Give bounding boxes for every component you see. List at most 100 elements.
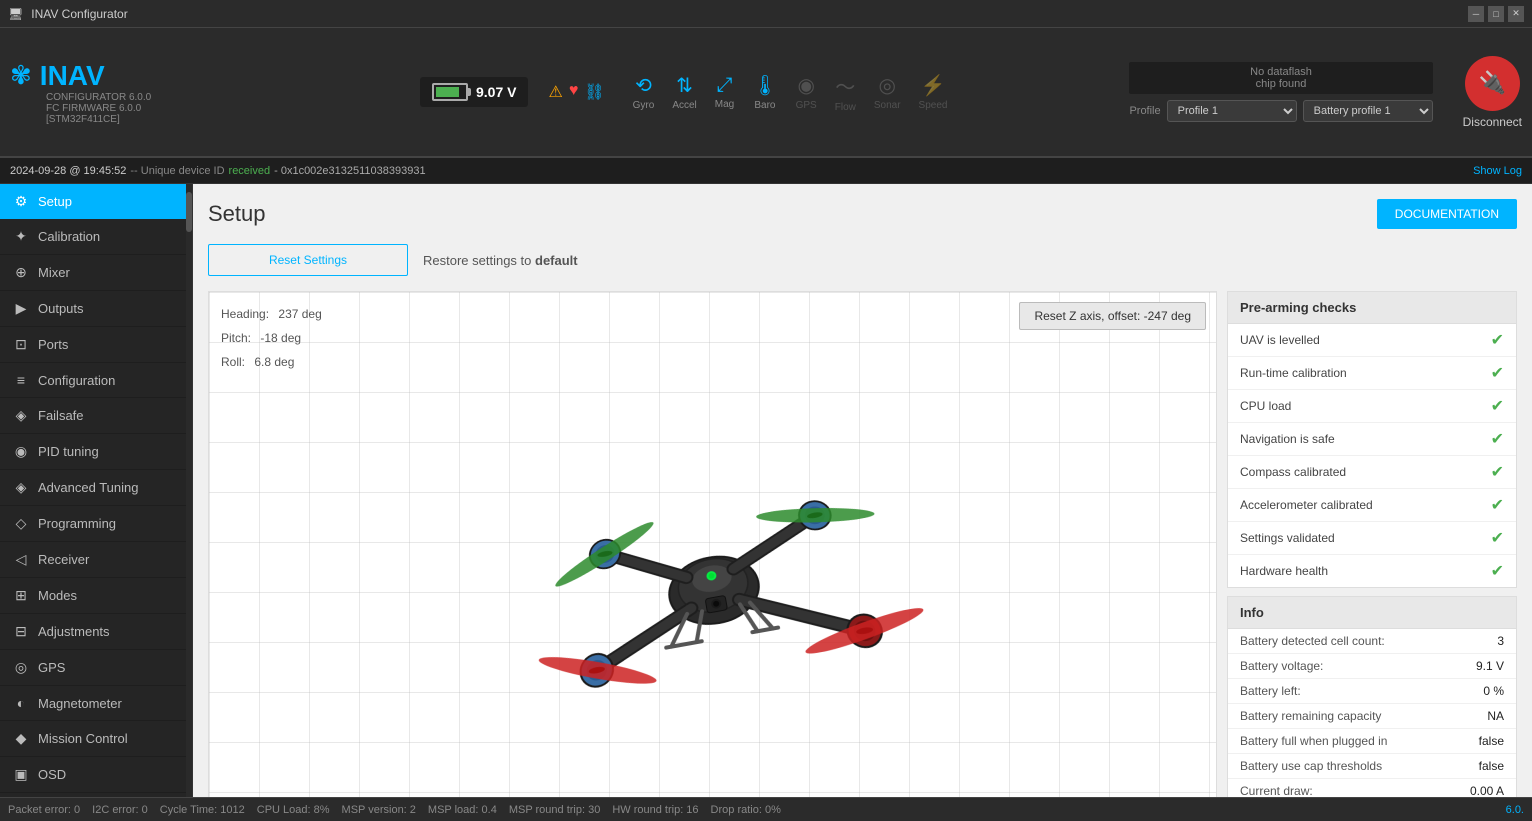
sidebar-item-programming[interactable]: ◇ Programming	[0, 506, 192, 542]
app-name: INAV	[40, 60, 105, 92]
link-icon[interactable]: ⛓	[584, 82, 604, 102]
received-label: received	[229, 165, 271, 177]
documentation-button[interactable]: DOCUMENTATION	[1377, 199, 1517, 229]
osd-label: OSD	[38, 767, 66, 782]
minimize-btn[interactable]: ─	[1468, 6, 1484, 22]
configuration-label: Configuration	[38, 373, 115, 388]
check-label-settings: Settings validated	[1240, 531, 1335, 545]
scroll-indicator[interactable]	[186, 184, 192, 797]
reset-z-button[interactable]: Reset Z axis, offset: -247 deg	[1019, 302, 1206, 330]
heading-row: Heading: 237 deg	[221, 302, 322, 326]
ports-label: Ports	[38, 337, 68, 352]
msp-roundtrip: MSP round trip: 30	[509, 804, 601, 816]
close-btn[interactable]: ✕	[1508, 6, 1524, 22]
sidebar-item-calibration[interactable]: ✦ Calibration	[0, 219, 192, 255]
sensor-speed[interactable]: ⚡ Speed	[911, 71, 956, 113]
failsafe-icon: ◈	[12, 407, 30, 424]
sidebar-item-modes[interactable]: ⊞ Modes	[0, 578, 192, 614]
profile-select[interactable]: Profile 1	[1167, 100, 1297, 122]
sensor-gyro[interactable]: ⟲ Gyro	[625, 71, 663, 113]
sidebar-item-pidtuning[interactable]: ◉ PID tuning	[0, 434, 192, 470]
reset-settings-button[interactable]: Reset Settings	[208, 244, 408, 276]
cycle-time: Cycle Time: 1012	[160, 804, 245, 816]
info-row-voltage: Battery voltage: 9.1 V	[1228, 654, 1516, 679]
timestamp: 2024-09-28 @ 19:45:52	[10, 165, 126, 177]
sensor-flow[interactable]: 〜 Flow	[827, 69, 864, 115]
dataflash-line1: No dataflash	[1141, 66, 1420, 78]
mixer-icon: ⊕	[12, 264, 30, 281]
device-id: - 0x1c002e3132511038393931	[274, 165, 426, 177]
check-ok-runtime: ✔	[1491, 363, 1504, 383]
mag-label: Mag	[715, 99, 734, 110]
maximize-btn[interactable]: □	[1488, 6, 1504, 22]
current-draw-label: Current draw:	[1240, 784, 1313, 797]
check-label-hardware: Hardware health	[1240, 564, 1328, 578]
sidebar-item-osd[interactable]: ▣ OSD	[0, 757, 192, 793]
check-row-nav: Navigation is safe ✔	[1228, 423, 1516, 456]
check-ok-accel: ✔	[1491, 495, 1504, 515]
drone-svg	[488, 399, 992, 797]
show-log-link[interactable]: Show Log	[1473, 165, 1522, 177]
sidebar-item-mixer[interactable]: ⊕ Mixer	[0, 255, 192, 291]
disconnect-button[interactable]: 🔌 Disconnect	[1463, 56, 1522, 129]
sensor-area: ⟲ Gyro ⇅ Accel ⤢ Mag 🌡 Baro ◉ GPS 〜 Flow…	[625, 69, 956, 115]
check-label-runtime: Run-time calibration	[1240, 366, 1347, 380]
check-ok-uav: ✔	[1491, 330, 1504, 350]
mag-icon: ⤢	[716, 74, 732, 97]
sensor-sonar[interactable]: ◎ Sonar	[866, 71, 909, 113]
info-row-remaining-cap: Battery remaining capacity NA	[1228, 704, 1516, 729]
sensor-mag[interactable]: ⤢ Mag	[707, 72, 742, 112]
outputs-icon: ▶	[12, 300, 30, 317]
topbar: ✾ INAV CONFIGURATOR 6.0.0 FC FIRMWARE 6.…	[0, 28, 1532, 158]
i2c-error: I2C error: 0	[92, 804, 148, 816]
heart-icon[interactable]: ♥	[569, 82, 579, 102]
sidebar-item-configuration[interactable]: ≡ Configuration	[0, 363, 192, 398]
sidebar-item-outputs[interactable]: ▶ Outputs	[0, 291, 192, 327]
sidebar-item-adjustments[interactable]: ⊟ Adjustments	[0, 614, 192, 650]
battery-left-value: 0 %	[1483, 684, 1504, 698]
sidebar-item-ports[interactable]: ⊡ Ports	[0, 327, 192, 363]
warn-icon[interactable]: ⚠	[548, 82, 562, 102]
check-ok-hardware: ✔	[1491, 561, 1504, 581]
sonar-label: Sonar	[874, 100, 901, 111]
sidebar-item-ledstrip[interactable]: ◩ LED Strip	[0, 793, 192, 797]
sidebar-item-setup[interactable]: ⚙ Setup	[0, 184, 192, 219]
sensor-baro[interactable]: 🌡 Baro	[744, 71, 785, 113]
main-layout: ⚙ Setup ✦ Calibration ⊕ Mixer ▶ Outputs …	[0, 184, 1532, 797]
sidebar-item-missioncontrol[interactable]: ◆ Mission Control	[0, 721, 192, 757]
sidebar-item-gps[interactable]: ◎ GPS	[0, 650, 192, 686]
profile-label: Profile	[1129, 105, 1160, 117]
cpu-load: CPU Load: 8%	[257, 804, 330, 816]
sidebar-item-magnetometer[interactable]: ◐ Magnetometer	[0, 686, 192, 721]
heading-label: Heading:	[221, 307, 269, 321]
cap-thresholds-label: Battery use cap thresholds	[1240, 759, 1382, 773]
pitch-value: -18 deg	[260, 331, 301, 345]
missioncontrol-icon: ◆	[12, 730, 30, 747]
sidebar-item-receiver[interactable]: ◁ Receiver	[0, 542, 192, 578]
model-container: Heading: 237 deg Pitch: -18 deg Roll: 6.…	[208, 291, 1217, 797]
sidebar-item-advancedtuning[interactable]: ◈ Advanced Tuning	[0, 470, 192, 506]
magnetometer-label: Magnetometer	[38, 696, 122, 711]
check-ok-nav: ✔	[1491, 429, 1504, 449]
battery-profile-select[interactable]: Battery profile 1	[1303, 100, 1433, 122]
cap-thresholds-value: false	[1479, 759, 1504, 773]
adjustments-label: Adjustments	[38, 624, 110, 639]
sidebar-item-failsafe[interactable]: ◈ Failsafe	[0, 398, 192, 434]
check-ok-settings: ✔	[1491, 528, 1504, 548]
dataflash-display: No dataflash chip found	[1129, 62, 1432, 94]
sensor-gps[interactable]: ◉ GPS	[788, 71, 825, 113]
msp-version: MSP version: 2	[342, 804, 416, 816]
check-row-hardware: Hardware health ✔	[1228, 555, 1516, 587]
setup-header: Setup DOCUMENTATION	[208, 199, 1517, 229]
devicebar: 2024-09-28 @ 19:45:52 -- Unique device I…	[0, 158, 1532, 184]
check-row-settings: Settings validated ✔	[1228, 522, 1516, 555]
roll-row: Roll: 6.8 deg	[221, 350, 322, 374]
full-plugged-label: Battery full when plugged in	[1240, 734, 1387, 748]
info-row-cap-thresholds: Battery use cap thresholds false	[1228, 754, 1516, 779]
sensor-accel[interactable]: ⇅ Accel	[664, 71, 704, 113]
pitch-label: Pitch:	[221, 331, 251, 345]
check-row-runtime: Run-time calibration ✔	[1228, 357, 1516, 390]
disconnect-circle: 🔌	[1465, 56, 1520, 111]
battery-left-label: Battery left:	[1240, 684, 1301, 698]
speed-icon: ⚡	[921, 73, 946, 98]
